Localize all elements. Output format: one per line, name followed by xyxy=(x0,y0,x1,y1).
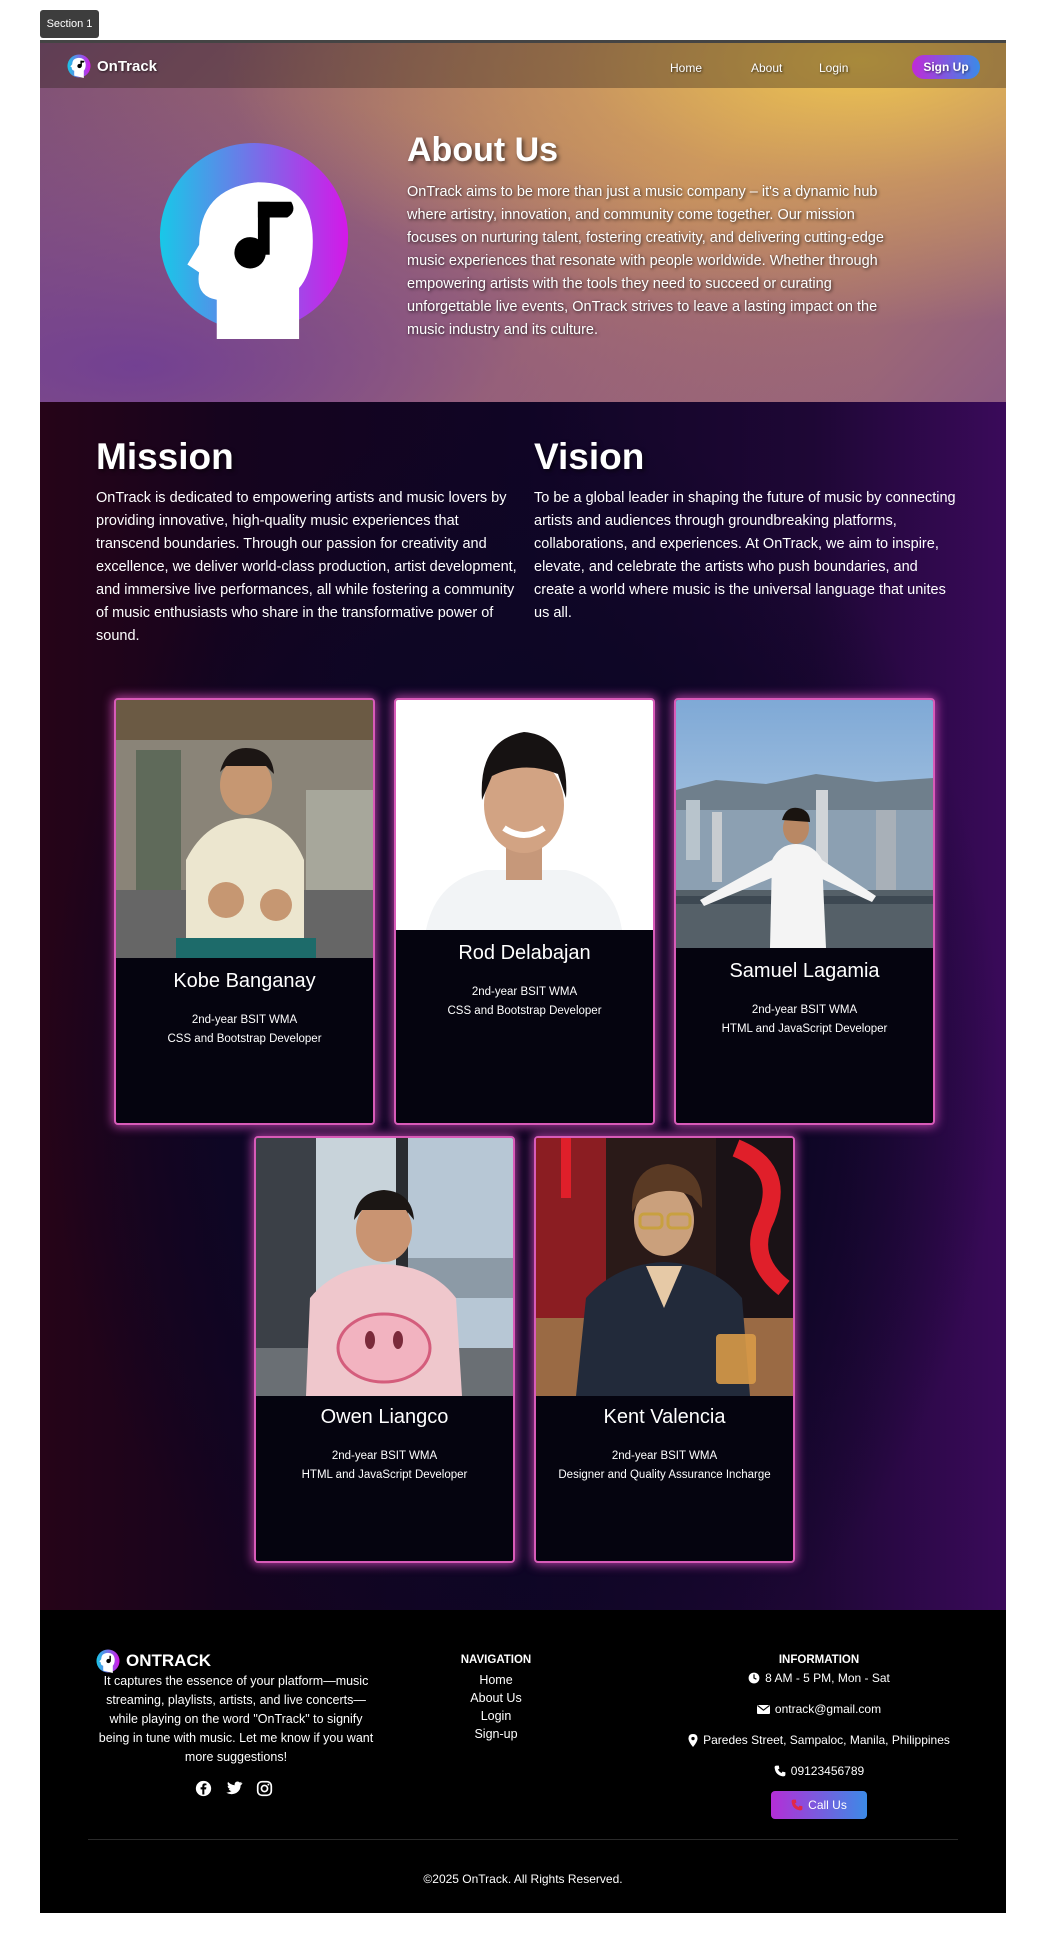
info-hours: 8 AM - 5 PM, Mon - Sat xyxy=(619,1671,1019,1685)
team-photo-kent xyxy=(536,1138,793,1396)
footer-link-about[interactable]: About Us xyxy=(451,1691,541,1705)
nav-login-link[interactable]: Login xyxy=(819,61,848,75)
team-photo-kobe xyxy=(116,700,373,958)
email-text[interactable]: ontrack@gmail.com xyxy=(775,1702,881,1716)
nav-links: Home About Login Sign Up xyxy=(606,55,1006,79)
team-card-rod: Rod Delabajan 2nd-year BSIT WMA CSS and … xyxy=(394,698,655,1125)
vision-text: To be a global leader in shaping the fut… xyxy=(534,490,956,621)
information-title: INFORMATION xyxy=(778,1654,860,1666)
hero-title: About Us xyxy=(407,131,559,169)
social-links xyxy=(195,1780,273,1797)
section-label: Section 1 xyxy=(40,10,99,38)
team-photo-owen xyxy=(256,1138,513,1396)
navigation-title: NAVIGATION xyxy=(460,1654,532,1666)
team-name: Samuel Lagamia xyxy=(729,960,880,982)
facebook-icon[interactable] xyxy=(195,1780,212,1797)
team-photo-samuel xyxy=(676,700,933,948)
phone-text: 09123456789 xyxy=(790,1764,865,1778)
footer-link-signup[interactable]: Sign-up xyxy=(451,1727,541,1741)
team-year: 2nd-year BSIT WMA xyxy=(471,986,578,998)
phone-icon xyxy=(774,1765,786,1777)
mission-vision-team-section: Mission OnTrack is dedicated to empoweri… xyxy=(40,402,1006,1610)
footer-brand-name: ONTRACK xyxy=(126,1651,211,1670)
footer-description: It captures the essence of your platform… xyxy=(98,1674,374,1764)
page: OnTrack Home About Login Sign Up About U… xyxy=(40,40,1006,1913)
ontrack-logo-icon xyxy=(67,54,91,78)
team-role: CSS and Bootstrap Developer xyxy=(167,1033,322,1045)
call-us-button[interactable]: Call Us xyxy=(771,1791,867,1819)
team-card-owen: Owen Liangco 2nd-year BSIT WMA HTML and … xyxy=(254,1136,515,1563)
team-year: 2nd-year BSIT WMA xyxy=(191,1014,298,1026)
address-text: Paredes Street, Sampaloc, Manila, Philip… xyxy=(703,1733,950,1747)
footer: ONTRACK It captures the essence of your … xyxy=(40,1610,1006,1913)
hours-text: 8 AM - 5 PM, Mon - Sat xyxy=(765,1671,890,1685)
footer-brand[interactable]: ONTRACK xyxy=(96,1649,211,1673)
map-marker-icon xyxy=(688,1733,698,1747)
mission-text: OnTrack is dedicated to empowering artis… xyxy=(96,490,517,644)
hero-logo-icon xyxy=(159,143,349,339)
info-phone: 09123456789 xyxy=(619,1764,1019,1778)
footer-link-home[interactable]: Home xyxy=(451,1673,541,1687)
brand-name: OnTrack xyxy=(97,57,158,75)
clock-icon xyxy=(748,1672,760,1684)
team-year: 2nd-year BSIT WMA xyxy=(751,1004,858,1016)
team-role: Designer and Quality Assurance Incharge xyxy=(558,1469,771,1481)
hero-text: OnTrack aims to be more than just a musi… xyxy=(407,184,884,338)
nav-home-link[interactable]: Home xyxy=(670,61,702,75)
team-card-kobe: Kobe Banganay 2nd-year BSIT WMA CSS and … xyxy=(114,698,375,1125)
team-name: Kent Valencia xyxy=(603,1406,726,1428)
vision-title: Vision xyxy=(534,436,645,477)
signup-button[interactable]: Sign Up xyxy=(912,55,980,79)
team-photo-rod xyxy=(396,700,653,930)
team-role: HTML and JavaScript Developer xyxy=(721,1023,888,1035)
mission-title: Mission xyxy=(96,436,234,477)
team-name: Kobe Banganay xyxy=(173,970,316,992)
footer-divider xyxy=(88,1839,958,1840)
copyright: ©2025 OnTrack. All Rights Reserved. xyxy=(423,1872,623,1886)
brand[interactable]: OnTrack xyxy=(67,54,157,78)
hero-section: OnTrack Home About Login Sign Up About U… xyxy=(40,43,1006,402)
call-us-label: Call Us xyxy=(808,1798,847,1812)
team-card-kent: Kent Valencia 2nd-year BSIT WMA Designer… xyxy=(534,1136,795,1563)
envelope-icon xyxy=(756,1704,770,1714)
footer-link-login[interactable]: Login xyxy=(451,1709,541,1723)
info-email: ontrack@gmail.com xyxy=(619,1702,1019,1716)
team-name: Rod Delabajan xyxy=(458,942,591,964)
nav-about-link[interactable]: About xyxy=(751,61,782,75)
ontrack-logo-icon xyxy=(96,1649,120,1673)
team-role: HTML and JavaScript Developer xyxy=(301,1469,468,1481)
instagram-icon[interactable] xyxy=(256,1780,273,1797)
info-address: Paredes Street, Sampaloc, Manila, Philip… xyxy=(619,1733,1019,1747)
phone-icon xyxy=(791,1799,803,1811)
team-card-samuel: Samuel Lagamia 2nd-year BSIT WMA HTML an… xyxy=(674,698,935,1125)
team-year: 2nd-year BSIT WMA xyxy=(611,1450,718,1462)
navbar: OnTrack Home About Login Sign Up xyxy=(40,43,1006,88)
team-year: 2nd-year BSIT WMA xyxy=(331,1450,438,1462)
team-name: Owen Liangco xyxy=(320,1406,449,1428)
team-role: CSS and Bootstrap Developer xyxy=(447,1005,602,1017)
twitter-icon[interactable] xyxy=(225,1780,243,1797)
